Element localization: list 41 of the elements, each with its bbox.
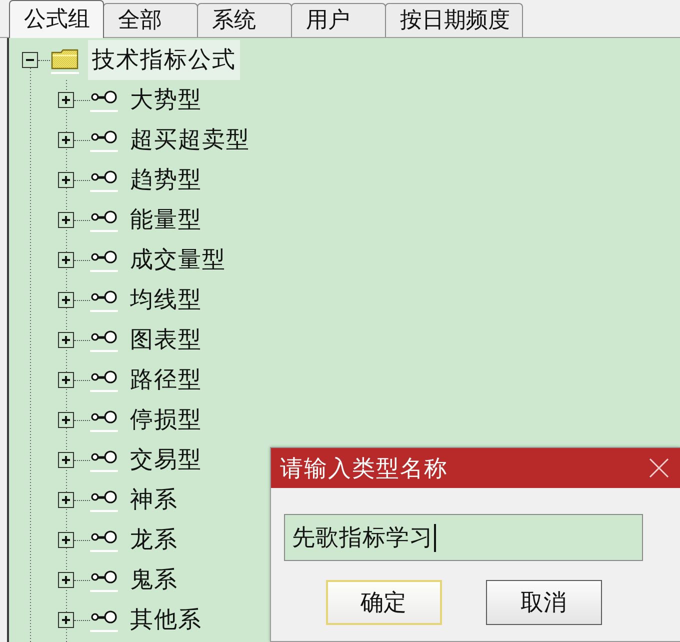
tree-item[interactable]: 停损型 <box>126 400 206 440</box>
tree-item[interactable]: 大势型 <box>126 80 206 120</box>
expand-icon[interactable] <box>58 132 74 148</box>
expand-icon[interactable] <box>58 612 74 628</box>
tree-item[interactable]: 能量型 <box>126 200 206 240</box>
expand-icon[interactable] <box>58 172 74 188</box>
dialog-button[interactable]: 确定 <box>326 580 442 625</box>
tree-item[interactable]: 成交量型 <box>126 240 230 280</box>
expand-icon[interactable] <box>58 212 74 228</box>
expand-icon[interactable] <box>58 532 74 548</box>
tree-item[interactable]: 神系 <box>126 480 182 520</box>
tree-item[interactable]: 趋势型 <box>126 160 206 200</box>
close-icon[interactable] <box>649 458 669 478</box>
tab[interactable]: 系统 <box>197 3 292 37</box>
text-input[interactable]: 先歌指标学习 <box>284 514 643 561</box>
expand-icon[interactable] <box>58 452 74 468</box>
tab[interactable]: 按日期频度 <box>385 3 523 37</box>
tree-item[interactable]: 均线型 <box>126 280 206 320</box>
tree-item[interactable]: 鬼系 <box>126 560 182 600</box>
tab[interactable]: 公式组 <box>9 0 104 38</box>
tree-item[interactable]: 路径型 <box>126 360 206 400</box>
tree-item[interactable]: 龙系 <box>126 520 182 560</box>
expand-icon[interactable] <box>58 412 74 428</box>
text-cursor-icon <box>434 524 436 552</box>
tree-item[interactable]: 技术指标公式 <box>88 40 240 80</box>
expand-icon[interactable] <box>58 572 74 588</box>
tab[interactable]: 全部 <box>103 3 198 37</box>
dialog-title: 请输入类型名称 <box>280 454 448 484</box>
expand-icon[interactable] <box>58 252 74 268</box>
dialog-button[interactable]: 取消 <box>486 580 602 625</box>
expand-icon[interactable] <box>58 92 74 108</box>
tree-item[interactable]: 其他系 <box>126 600 206 640</box>
expand-icon[interactable] <box>58 492 74 508</box>
collapse-icon[interactable] <box>22 52 38 68</box>
expand-icon[interactable] <box>58 332 74 348</box>
expand-icon[interactable] <box>58 292 74 308</box>
tree-item[interactable]: 交易型 <box>126 440 206 480</box>
expand-icon[interactable] <box>58 372 74 388</box>
tree-item[interactable]: 图表型 <box>126 320 206 360</box>
tab[interactable]: 用户 <box>291 3 386 37</box>
tree-item[interactable]: 超买超卖型 <box>126 120 254 160</box>
